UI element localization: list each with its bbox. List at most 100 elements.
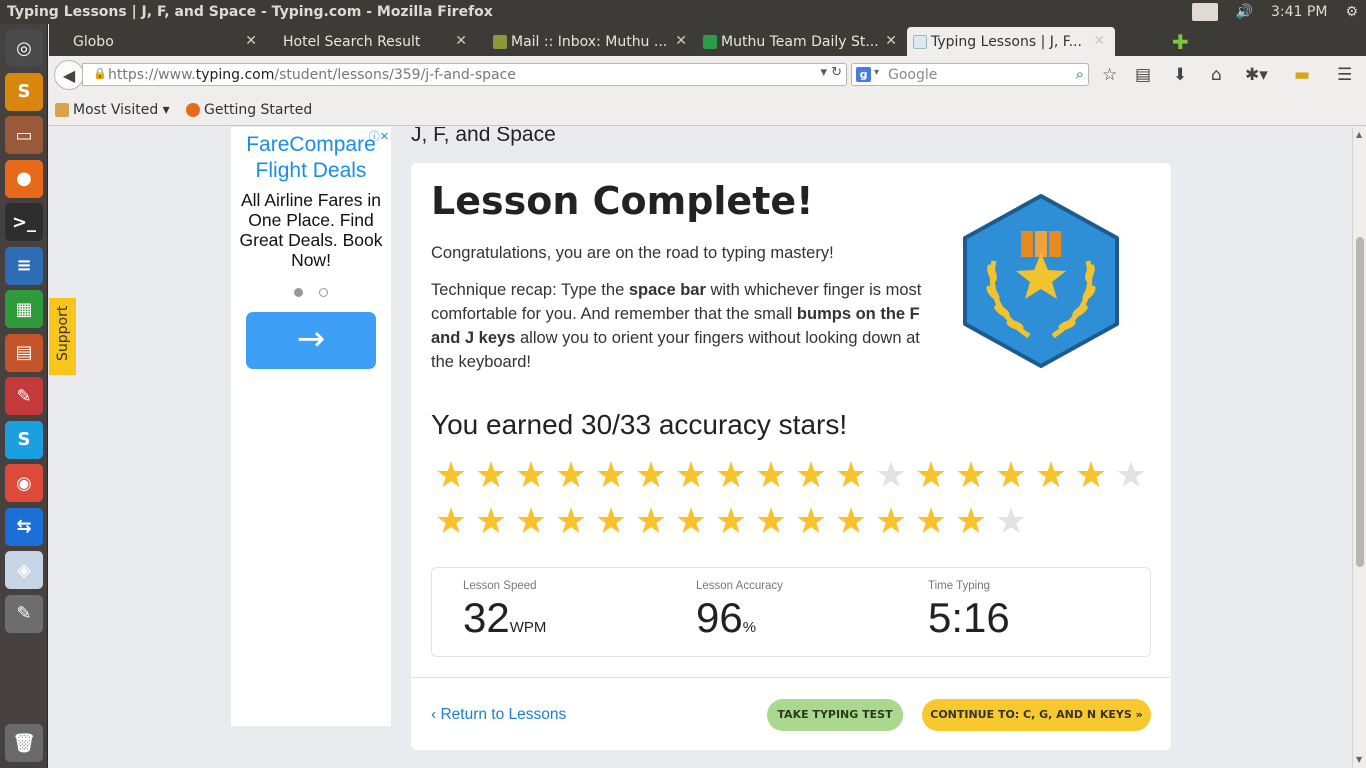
bookmark-star-icon[interactable]: ☆ — [1102, 65, 1117, 85]
clock[interactable]: 3:41 PM — [1271, 4, 1327, 20]
launcher-libreoffice-calc-icon[interactable]: ▦ — [5, 290, 43, 328]
scroll-thumb[interactable] — [1356, 237, 1364, 567]
stat-value: 96% — [696, 594, 783, 642]
extension-icon[interactable]: ✱▾ — [1245, 65, 1268, 85]
close-icon[interactable]: ✕ — [675, 33, 687, 49]
star-earned-icon: ★ — [794, 501, 828, 542]
launcher-files-icon[interactable]: ▭ — [5, 116, 43, 154]
bookmark-getting-started[interactable]: Getting Started — [186, 102, 312, 118]
scroll-up-icon[interactable]: ▲ — [1356, 130, 1362, 139]
back-button[interactable]: ◀ — [54, 60, 84, 90]
lock-icon: 🔒 — [93, 67, 107, 80]
close-icon[interactable]: ✕ — [1093, 33, 1105, 49]
star-earned-icon: ★ — [914, 501, 948, 542]
launcher-firefox-icon[interactable]: ● — [5, 159, 43, 198]
ad-info-icon[interactable]: ⓘ✕ — [369, 128, 389, 144]
engine-dropdown-icon[interactable]: ▾ — [874, 67, 879, 78]
volume-icon[interactable]: 🔊 — [1236, 4, 1253, 20]
home-icon[interactable]: ⌂ — [1211, 65, 1222, 85]
ad-banner[interactable]: ⓘ✕ FareCompare Flight Deals All Airline … — [231, 127, 391, 726]
url-bar[interactable]: 🔒 https://www. typing.com/student/lessons… — [82, 63, 847, 86]
new-tab-icon[interactable]: ✚ — [1172, 30, 1189, 54]
tab-label: Typing Lessons | J, F... — [931, 33, 1082, 50]
launcher-mysql-workbench-icon[interactable]: ◈ — [5, 551, 43, 589]
continue-button[interactable]: CONTINUE TO: C, G, AND N KEYS » — [922, 699, 1151, 731]
speed-unit: WPM — [509, 619, 547, 636]
reload-icon[interactable]: ▾ ↻ — [820, 65, 842, 80]
search-bar[interactable]: g ▾ Google ⌕ — [851, 63, 1089, 86]
star-earned-icon: ★ — [554, 455, 588, 496]
url-host: typing.com — [195, 66, 275, 83]
stat-value: 5:16 — [928, 594, 1010, 642]
launcher-ubuntu-dash-icon[interactable]: ◎ — [5, 29, 43, 67]
accuracy-value: 96 — [696, 594, 743, 641]
launcher-terminal-icon[interactable]: >_ — [5, 203, 43, 241]
close-icon[interactable]: ✕ — [245, 33, 257, 49]
launcher-sublime-text-icon[interactable]: S — [5, 72, 43, 111]
reading-list-icon[interactable]: ▤ — [1135, 65, 1151, 85]
navigation-bar: ◀ 🔒 https://www. typing.com/student/lesso… — [49, 56, 1366, 94]
star-earned-icon: ★ — [714, 501, 748, 542]
search-icon[interactable]: ⌕ — [1076, 65, 1084, 83]
star-earned-icon: ★ — [714, 455, 748, 496]
launcher-text-editor-icon[interactable]: ✎ — [5, 594, 43, 633]
tab-mail[interactable]: Mail :: Inbox: Muthu ... ✕ — [487, 27, 697, 56]
folder-icon — [55, 103, 69, 117]
gear-icon[interactable]: ⚙ — [1345, 4, 1358, 20]
star-earned-icon: ★ — [834, 501, 868, 542]
url-path: /student/lessons/359/j-f-and-space — [274, 66, 516, 83]
recap-bold: space bar — [628, 281, 706, 299]
google-icon[interactable]: g — [856, 67, 871, 82]
stat-value: 32WPM — [463, 594, 546, 642]
ad-pagination — [231, 282, 391, 301]
scroll-down-icon[interactable]: ▼ — [1356, 755, 1362, 764]
ad-dot[interactable] — [319, 288, 328, 297]
take-typing-test-button[interactable]: TAKE TYPING TEST — [767, 699, 903, 731]
downloads-icon[interactable]: ⬇ — [1173, 65, 1187, 85]
tab-hotel-search[interactable]: Hotel Search Result ✕ — [259, 27, 477, 56]
search-placeholder: Google — [888, 66, 938, 83]
tab-team-daily[interactable]: Muthu Team Daily St... ✕ — [697, 27, 907, 56]
bookmark-label: Getting Started — [204, 102, 313, 118]
page-scrollbar[interactable]: ▲ ▼ — [1352, 127, 1366, 768]
stars-earned-text: You earned 30/33 accuracy stars! — [431, 409, 848, 440]
addon-icon[interactable]: ▬ — [1294, 65, 1310, 85]
launcher-skype-icon[interactable]: S — [5, 420, 43, 459]
close-icon[interactable]: ✕ — [455, 33, 467, 49]
tab-globo[interactable]: Globo ✕ — [49, 27, 267, 56]
close-icon[interactable]: ✕ — [885, 33, 897, 49]
return-to-lessons-link[interactable]: ‹ Return to Lessons — [431, 706, 566, 724]
star-earned-icon: ★ — [594, 501, 628, 542]
star-earned-icon: ★ — [514, 455, 548, 496]
bookmark-most-visited[interactable]: Most Visited ▾ — [55, 102, 170, 118]
keyboard-indicator[interactable]: En — [1192, 3, 1218, 21]
page-content: Support ⓘ✕ FareCompare Flight Deals All … — [49, 127, 1352, 768]
accuracy-unit: % — [742, 619, 757, 636]
ad-arrow-button[interactable]: → — [246, 312, 376, 369]
star-earned-icon: ★ — [674, 455, 708, 496]
tab-typing-lessons[interactable]: Typing Lessons | J, F... ✕ — [907, 27, 1115, 56]
star-earned-icon: ★ — [434, 501, 468, 542]
launcher-libreoffice-impress-icon[interactable]: ▤ — [5, 333, 43, 372]
support-tab[interactable]: Support — [49, 298, 76, 375]
ad-title[interactable]: FareCompare Flight Deals — [231, 132, 391, 184]
launcher-system-settings-icon[interactable]: ✎ — [5, 377, 43, 415]
accuracy-stars: ★ ★ ★ ★ ★ ★ ★ ★ ★ ★ ★ ★ ★ ★ ★ ★ ★ ★ ★ ★ ★ ★ ★ ★ ★ ★ ★ ★ ★ ★ ★ ★ ★ — [431, 453, 1151, 545]
ad-dot[interactable] — [294, 288, 303, 297]
star-earned-icon: ★ — [954, 455, 988, 496]
top-panel: Typing Lessons | J, F, and Space - Typin… — [0, 0, 1366, 24]
back-arrow-icon: ◀ — [62, 65, 76, 85]
star-missed-icon: ★ — [994, 501, 1028, 542]
star-earned-icon: ★ — [794, 455, 828, 496]
star-earned-icon: ★ — [474, 501, 508, 542]
launcher-libreoffice-writer-icon[interactable]: ≡ — [5, 246, 43, 285]
stat-speed: Lesson Speed 32WPM — [463, 580, 546, 642]
launcher-trash-icon[interactable]: 🗑 — [5, 724, 43, 762]
medal-badge-icon — [963, 194, 1119, 368]
star-earned-icon: ★ — [634, 501, 668, 542]
unity-launcher: ◎ S ▭ ● >_ ≡ ▦ ▤ ✎ S ◉ ⇆ ◈ ✎ 🗑 — [0, 24, 48, 768]
launcher-chrome-icon[interactable]: ◉ — [5, 464, 43, 502]
menu-icon[interactable]: ☰ — [1337, 65, 1352, 85]
lesson-name: J, F, and Space — [411, 127, 556, 146]
launcher-teamviewer-icon[interactable]: ⇆ — [5, 507, 43, 546]
